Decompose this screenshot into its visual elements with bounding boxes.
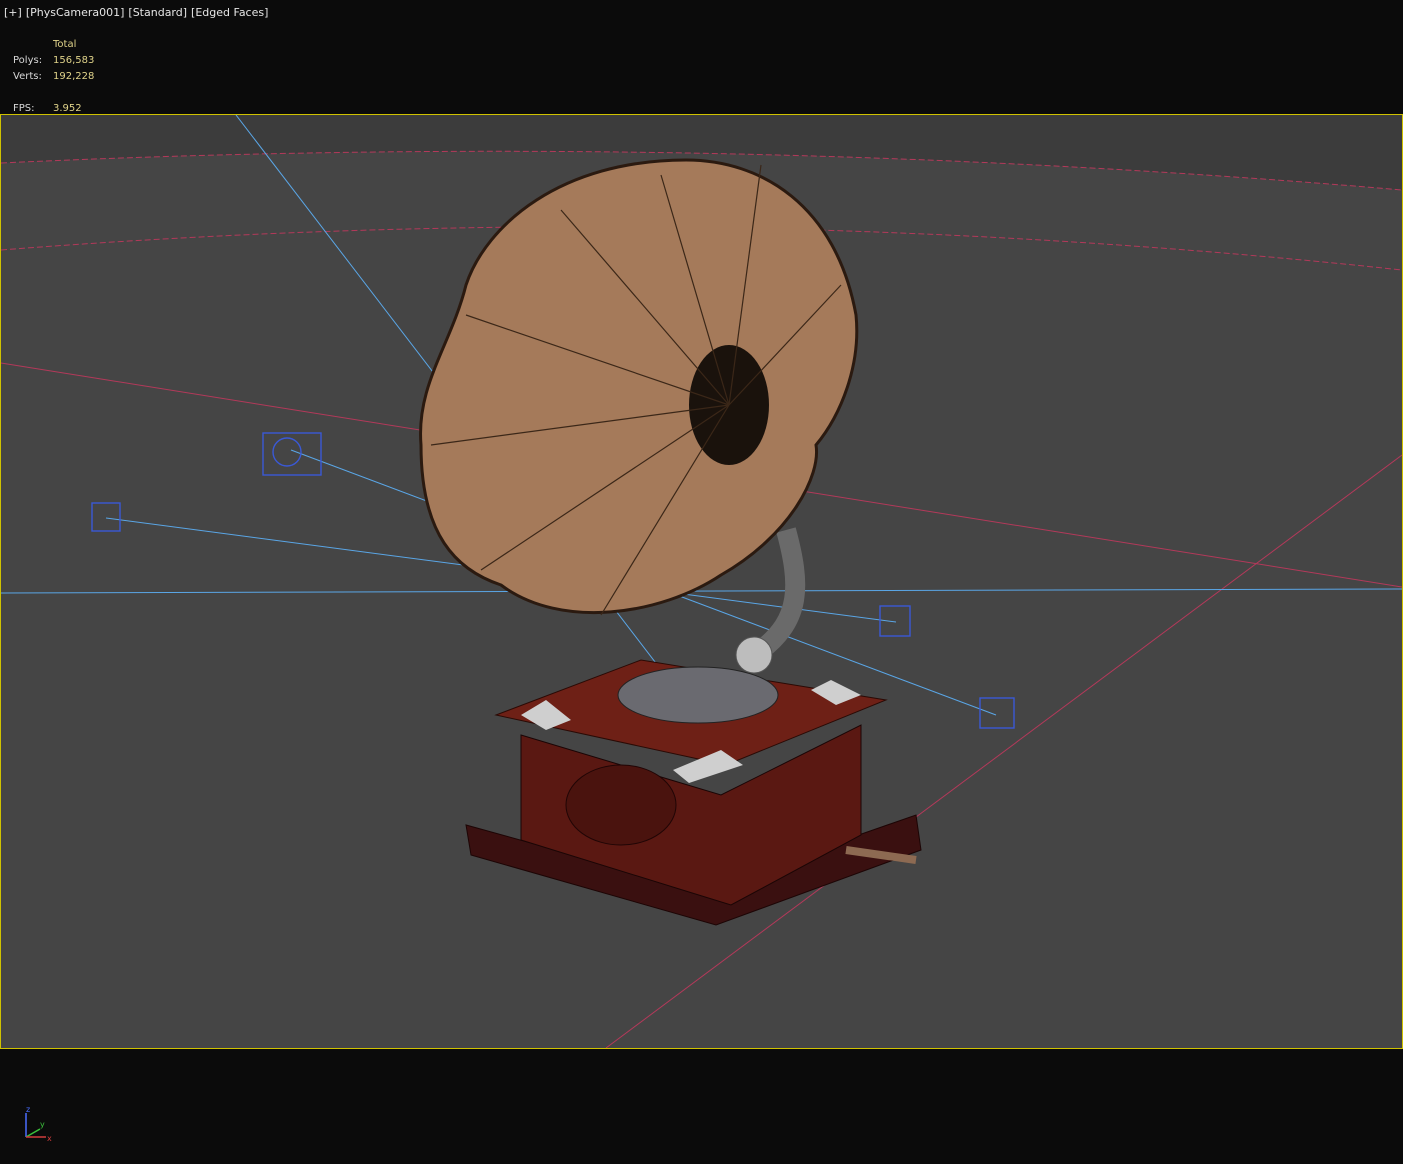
viewport-scene (1, 115, 1402, 1048)
y-axis-label: y (40, 1120, 45, 1129)
light-box-far-right (979, 697, 1015, 729)
stats-verts: Verts: 192,228 (13, 69, 94, 85)
viewport-label[interactable]: [+] [PhysCamera001] [Standard] [Edged Fa… (4, 6, 268, 19)
perspective-viewport[interactable] (0, 114, 1403, 1049)
viewport-menu-plus[interactable]: [+] (4, 6, 22, 19)
viewport-camera-label[interactable]: [PhysCamera001] (26, 6, 125, 19)
polys-value: 156,583 (53, 55, 95, 66)
z-axis-label: z (26, 1105, 30, 1114)
axis-gizmo-icon: z y x (25, 1105, 52, 1143)
tonearm-tube (754, 527, 806, 658)
turntable-plate (617, 666, 779, 724)
viewport-shading-mode[interactable]: [Standard] (128, 6, 187, 19)
x-axis-label: x (47, 1134, 52, 1143)
front-panel (565, 764, 677, 846)
statistics-overlay: Total Polys: 156,583 Verts: 192,228 FPS:… (13, 37, 94, 117)
light-box-right (879, 605, 911, 637)
viewport-display-mode[interactable]: [Edged Faces] (191, 6, 268, 19)
stats-polys: Polys: 156,583 (13, 53, 94, 69)
polys-label: Polys: (13, 55, 43, 66)
light-box-left (91, 502, 121, 532)
stats-header: Total (53, 39, 77, 50)
y-axis (25, 1128, 41, 1138)
verts-label: Verts: (13, 71, 42, 82)
soundbox (735, 636, 773, 674)
verts-value: 192,228 (53, 71, 95, 82)
axis-gizmo: z y x (20, 1105, 60, 1145)
gramophone-cabinet (465, 659, 922, 926)
light-line-horizontal (1, 588, 1402, 594)
